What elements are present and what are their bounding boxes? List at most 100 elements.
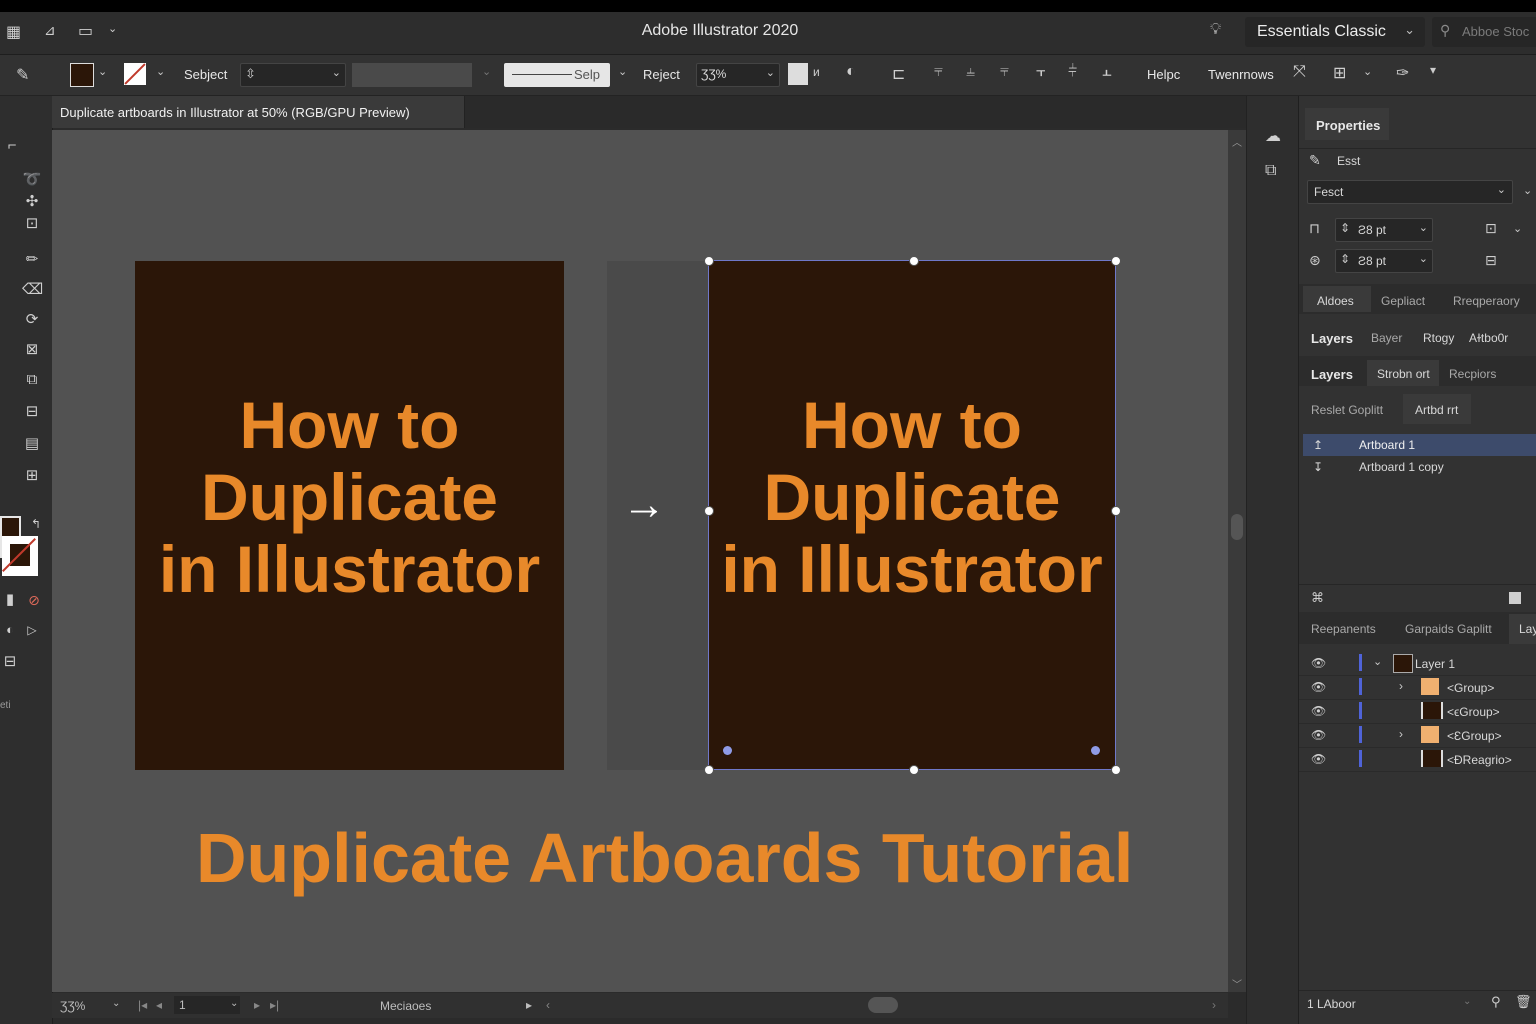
distribute-icon[interactable]: ⊞ [1333,63,1346,83]
artboard-tool-icon[interactable]: ⊞ [22,466,42,486]
stroke-weight-field[interactable]: ⇳ ⌄ [240,63,346,87]
chevron-down-icon[interactable]: ⌄ [1513,222,1522,235]
edit-toolbar-label[interactable]: eti [0,700,11,711]
subtab-gepliact[interactable]: Gepliact [1381,294,1425,308]
subtab-artbd[interactable]: Artbd rrt [1415,403,1458,417]
eraser-tool-icon[interactable]: ⌫ [22,280,43,300]
scroll-up-icon[interactable]: ︿ [1232,134,1242,149]
perspective-tool-icon[interactable]: ⊟ [22,402,42,422]
subtab-strobn[interactable]: Strobn ort [1377,367,1430,381]
artboard-list-item-selected[interactable] [1303,434,1536,456]
resize-handle-top-left[interactable] [704,256,714,266]
width-field[interactable]: Ƨ8 pt ⇕ ⌄ [1335,218,1433,242]
align-center-icon[interactable]: ⫨ [966,63,975,81]
layer-name[interactable]: <ϵGroup> [1447,705,1500,719]
chevron-down-icon[interactable]: ᴎ [813,65,820,79]
subtab-rreqperaory[interactable]: Rreqperaory [1453,294,1520,308]
layer-name[interactable]: Layer 1 [1415,657,1455,671]
next-artboard-icon[interactable]: ▸ [254,998,260,1012]
brush-options-icon[interactable]: ✑ [1396,63,1409,83]
selection-bounding-box[interactable] [708,260,1116,770]
arrange-icon[interactable]: ⊿ [44,22,56,39]
scrollbar-thumb[interactable] [1231,514,1243,540]
chevron-right-icon[interactable]: › [1399,679,1403,693]
corner-widget[interactable] [1091,746,1100,755]
magic-wand-tool-icon[interactable]: ✣ [22,192,42,212]
prev-artboard-icon[interactable]: ◂ [156,998,162,1012]
rearrange-icon[interactable]: ⌘ [1311,590,1324,606]
first-artboard-icon[interactable]: |◂ [138,998,147,1012]
align-bottom-icon[interactable]: ⫠ [1102,63,1112,81]
tab-graphic-styles[interactable]: Garpaids Gaplitt [1405,622,1492,636]
subtab-artboards[interactable]: Aɫtbo0r [1469,331,1508,345]
subtab-bayer[interactable]: Bayer [1371,331,1402,345]
swap-colors-icon[interactable]: ↰ [26,514,46,534]
align-top-icon[interactable]: ⫟ [1036,63,1046,81]
screen-mode-icon[interactable]: ▷ [22,620,42,640]
subtab-rtogy[interactable]: Rtogy [1423,331,1454,345]
eye-icon[interactable]: 👁︎ [1311,752,1326,766]
home-icon[interactable]: ▦ [6,22,21,42]
chevron-down-icon[interactable]: ⌄ [1363,65,1372,78]
vertical-scrollbar[interactable]: ︿ ﹀ [1228,130,1246,992]
chevron-down-icon[interactable]: ⌄ [482,65,491,78]
tab-appearance[interactable]: Reepanents [1311,622,1376,636]
eye-icon[interactable]: 👁︎ [1311,656,1326,670]
layer-name[interactable]: <ĐReagrio> [1447,753,1512,767]
transform-label[interactable]: Twenrnows [1208,67,1274,82]
chart-tool-icon[interactable]: ▤ [22,434,42,454]
gradient-icon[interactable]: ▮ [0,590,20,610]
help-label[interactable]: Helpc [1147,67,1180,82]
chevron-down-icon[interactable]: ⌄ [1373,655,1382,668]
chevron-down-icon[interactable]: ⌄ [618,65,627,78]
preset-dropdown[interactable]: Fesct ⌄ [1307,180,1513,204]
chevron-down-icon[interactable]: ⌄ [156,65,165,78]
hscroll-left-icon[interactable]: ‹ [546,998,550,1012]
panel-menu-icon[interactable]: ▾ [1430,63,1436,77]
artboard-list-item[interactable]: Artboard 1 copy [1359,460,1444,474]
shape-builder-tool-icon[interactable]: ⧉ [22,370,42,390]
align-left-icon[interactable]: ⫧ [934,63,943,81]
align-middle-icon[interactable]: ⫩ [1068,63,1077,81]
pencil-tool-icon[interactable]: ✏ [22,250,42,270]
layer-row[interactable]: 👁︎ › <Group> [1299,676,1536,700]
cc-libraries-icon[interactable]: ☁ [1265,126,1281,146]
tab-layers[interactable]: Lay [1519,622,1536,636]
chevron-down-icon[interactable]: ⌄ [112,998,120,1009]
chevron-down-icon[interactable]: ⌄ [108,22,117,35]
opacity-field[interactable]: ƷƷ% ⌄ [696,63,780,87]
resize-handle-bottom[interactable] [909,765,919,775]
chevron-down-icon[interactable]: ⌄ [98,65,107,78]
subtab-layers-2[interactable]: Layers [1311,367,1353,382]
chevron-right-icon[interactable]: › [1399,727,1403,741]
style-swatch[interactable] [788,63,808,85]
chevron-down-icon[interactable]: ⌄ [230,998,238,1009]
stock-search-input[interactable]: ⚲ Abboe Stoc [1432,17,1536,47]
height-field[interactable]: Ƨ8 pt ⇕ ⌄ [1335,249,1433,273]
type-tool-icon[interactable]: ⊡ [22,214,42,234]
brush-definition-field[interactable]: Selp [504,63,610,87]
resize-handle-bottom-right[interactable] [1111,765,1121,775]
layer-row[interactable]: 👁︎ › <ƐGroup> [1299,724,1536,748]
chevron-down-icon[interactable]: ⌄ [1523,184,1532,197]
resize-handle-left[interactable] [704,506,714,516]
draw-mode-icon[interactable]: ◐ [0,620,20,640]
lasso-tool-icon[interactable]: ➰ [22,170,42,190]
canvas-area[interactable]: How to Duplicate in Illustrator → How to… [52,130,1228,992]
tab-properties[interactable]: Properties [1305,108,1389,140]
horizontal-scroll-thumb[interactable] [868,997,898,1013]
eye-icon[interactable]: 👁︎ [1311,680,1326,694]
resize-handle-right[interactable] [1111,506,1121,516]
trash-icon[interactable]: 🗑︎ [1515,994,1532,1010]
subtab-layers[interactable]: Layers [1311,331,1353,346]
free-transform-tool-icon[interactable]: ⊠ [22,340,42,360]
align-to-icon[interactable]: ⊏ [892,64,905,84]
layer-row[interactable]: 👁︎ <ϵGroup> [1299,700,1536,724]
brush-icon[interactable]: ✎ [16,65,29,85]
search-icon[interactable]: ⚲ [1491,994,1501,1010]
variable-width-field[interactable] [352,63,472,87]
zoom-level[interactable]: ƷƷ% [60,999,85,1013]
fill-swatch[interactable] [70,63,94,87]
selection-tool-icon[interactable]: ⌐ [2,136,22,156]
hscroll-right-icon[interactable]: › [1212,998,1216,1012]
